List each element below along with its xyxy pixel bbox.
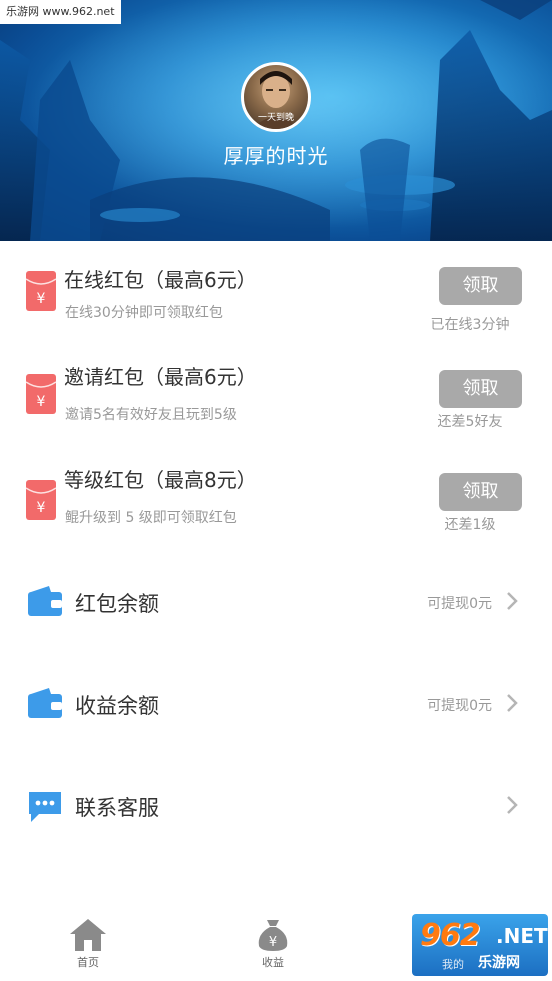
username: 厚厚的时光 (223, 144, 329, 168)
svg-text:¥: ¥ (37, 500, 46, 516)
packet-title: 在线红包（最高6元） (64, 268, 257, 292)
claim-button[interactable]: 领取 (439, 473, 522, 511)
packet-desc: 鲲升级到 5 级即可领取红包 (65, 510, 237, 526)
nav-home[interactable]: 首页 (48, 918, 128, 970)
claim-button[interactable]: 领取 (439, 267, 522, 305)
chevron-right-icon (507, 694, 518, 712)
claim-button[interactable]: 领取 (439, 370, 522, 408)
watermark-net: .NET (496, 924, 548, 948)
svg-text:¥: ¥ (37, 291, 46, 307)
nav-label: 首页 (77, 956, 99, 969)
wallet-icon (28, 586, 62, 616)
nav-earnings[interactable]: ¥ 收益 (233, 918, 313, 970)
menu-label: 收益余额 (75, 694, 159, 718)
red-packet-icon: ¥ (26, 480, 56, 520)
packet-title: 等级红包（最高8元） (64, 468, 257, 492)
menu-item-earnings-balance[interactable]: 收益余额 可提现0元 (0, 670, 552, 740)
red-packet-icon: ¥ (26, 374, 56, 414)
packet-status: 还差1级 (444, 517, 496, 533)
avatar[interactable]: 一天到晚 (241, 62, 311, 132)
menu-label: 联系客服 (75, 796, 159, 820)
watermark-logo-number: 962 (420, 918, 481, 953)
chevron-right-icon (507, 592, 518, 610)
online-red-packet-row: ¥ 在线红包（最高6元） 在线30分钟即可领取红包 领取 已在线3分钟 (0, 252, 552, 355)
red-packet-icon: ¥ (26, 271, 56, 311)
money-bag-icon: ¥ (258, 920, 288, 951)
packet-title: 邀请红包（最高6元） (64, 365, 257, 389)
menu-value: 可提现0元 (427, 596, 492, 612)
menu-label: 红包余额 (75, 592, 159, 616)
packet-status: 还差5好友 (437, 414, 503, 430)
site-watermark-logo: 我的 962 .NET 乐游网 (412, 914, 548, 976)
menu-item-customer-service[interactable]: 联系客服 (0, 772, 552, 842)
avatar-caption: 一天到晚 (257, 113, 294, 123)
watermark-site-name: 乐游网 (478, 955, 520, 971)
packet-desc: 在线30分钟即可领取红包 (65, 305, 223, 321)
partial-tab-label: 我的 (442, 958, 464, 971)
nav-label: 收益 (262, 956, 284, 969)
profile-header: 乐游网 www.962.net 一天到晚 厚厚的时光 (0, 0, 552, 241)
level-red-packet-row: ¥ 等级红包（最高8元） 鲲升级到 5 级即可领取红包 领取 还差1级 (0, 458, 552, 561)
packet-desc: 邀请5名有效好友且玩到5级 (65, 407, 237, 423)
packet-status: 已在线3分钟 (430, 317, 510, 333)
svg-text:¥: ¥ (269, 935, 277, 950)
svg-text:¥: ¥ (37, 394, 46, 410)
wallet-icon (28, 688, 62, 718)
site-watermark: 乐游网 www.962.net (0, 0, 121, 24)
menu-value: 可提现0元 (427, 698, 492, 714)
invite-red-packet-row: ¥ 邀请红包（最高6元） 邀请5名有效好友且玩到5级 领取 还差5好友 (0, 355, 552, 458)
chat-bubble-icon (29, 792, 61, 822)
home-icon (70, 919, 106, 951)
chevron-right-icon (507, 796, 518, 814)
menu-item-red-packet-balance[interactable]: 红包余额 可提现0元 (0, 568, 552, 638)
